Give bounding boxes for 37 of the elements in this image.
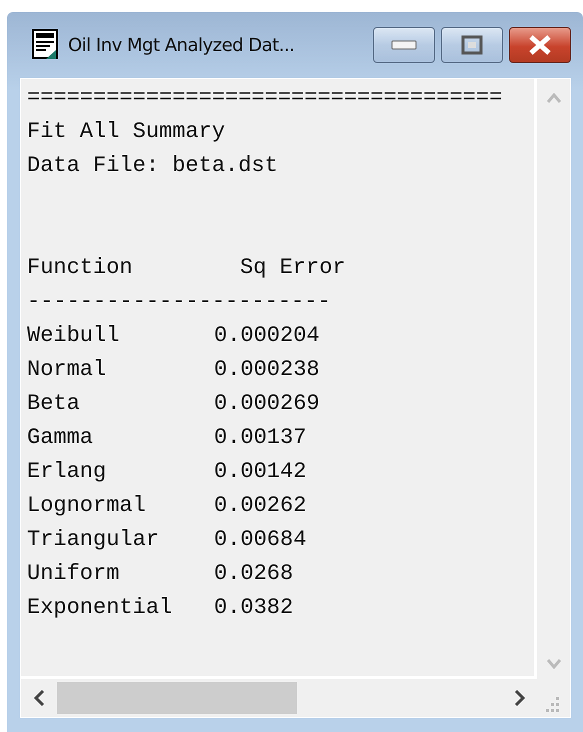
sq-error-value: 0.000204 (214, 322, 320, 350)
column-header: Function (27, 254, 134, 282)
sq-error-value: 0.0382 (214, 594, 294, 622)
function-name: Normal (27, 356, 108, 384)
maximize-button[interactable] (441, 27, 503, 63)
report-line: ==================================== (27, 84, 504, 112)
sq-error-value: 0.00262 (214, 492, 306, 520)
resize-grip-icon[interactable] (544, 697, 560, 713)
separator-line: ----------------------- (27, 288, 332, 316)
maximize-icon (461, 35, 483, 55)
function-name: Exponential (27, 594, 174, 622)
function-name: Erlang (27, 458, 108, 486)
close-icon (527, 34, 553, 56)
minimize-button[interactable] (373, 27, 435, 63)
report-line: Data File: beta.dst (27, 152, 279, 180)
function-name: Weibull (27, 322, 120, 350)
sq-error-value: 0.000238 (214, 356, 320, 384)
function-name: Beta (27, 390, 81, 418)
text-area[interactable] (21, 79, 537, 679)
sq-error-value: 0.00142 (214, 458, 306, 486)
function-name: Triangular (27, 526, 160, 554)
window-title: Oil Inv Mgt Analyzed Dat... (68, 34, 294, 56)
sq-error-value: 0.00684 (214, 526, 306, 554)
report-line: Fit All Summary (27, 118, 226, 146)
sq-error-value: 0.0268 (214, 560, 294, 588)
column-header: Sq Error (240, 254, 346, 282)
document-icon (32, 29, 60, 61)
function-name: Lognormal (27, 492, 147, 520)
scrollbar-thumb[interactable] (57, 682, 297, 714)
scroll-right-icon[interactable] (514, 690, 526, 706)
minimize-icon (391, 40, 417, 50)
scroll-left-icon[interactable] (33, 690, 45, 706)
function-name: Uniform (27, 560, 120, 588)
sq-error-value: 0.000269 (214, 390, 320, 418)
close-button[interactable] (509, 27, 571, 63)
function-name: Gamma (27, 424, 94, 452)
sq-error-value: 0.00137 (214, 424, 306, 452)
